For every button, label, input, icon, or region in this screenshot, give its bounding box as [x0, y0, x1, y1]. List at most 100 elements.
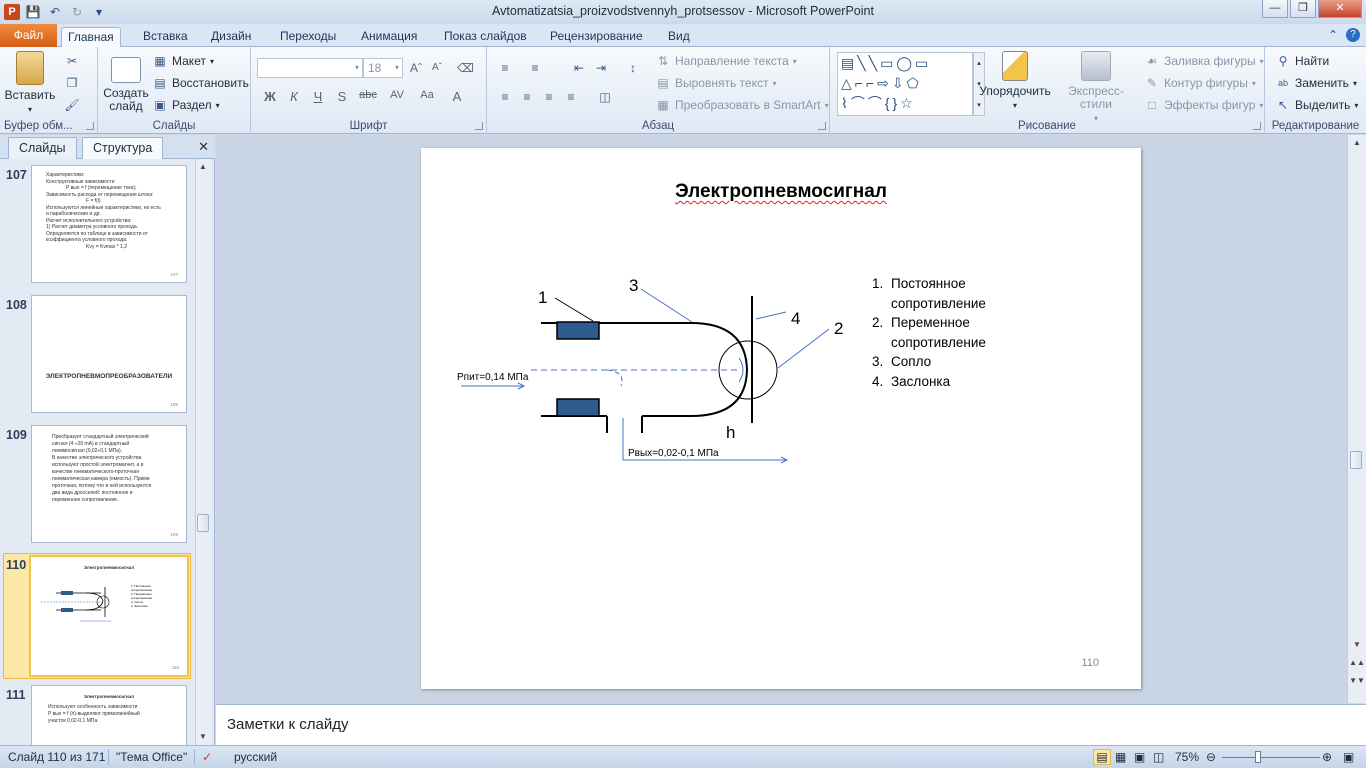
char-spacing-button[interactable]: AV: [385, 89, 409, 104]
slide-thumbnail-109[interactable]: Преобразует стандартный электрический сиг…: [31, 425, 187, 543]
next-slide-icon[interactable]: ▼▼: [1348, 673, 1366, 689]
zoom-level[interactable]: 75%: [1175, 750, 1199, 764]
italic-button[interactable]: К: [285, 89, 303, 104]
justify-icon[interactable]: ≡: [563, 89, 579, 105]
smartart-button[interactable]: ▦ Преобразовать в SmartArt ▾: [655, 97, 828, 113]
shape-fill-button[interactable]: ☙ Заливка фигуры ▾: [1144, 53, 1264, 69]
tab-review[interactable]: Рецензирование: [544, 27, 649, 47]
increase-indent-icon[interactable]: ⇥: [593, 60, 609, 76]
decrease-indent-icon[interactable]: ⇤: [571, 60, 587, 76]
scroll-up-icon[interactable]: ▲: [1348, 135, 1366, 151]
shape-outline-button[interactable]: ✎ Контур фигуры ▾: [1144, 75, 1256, 91]
notes-pane[interactable]: Заметки к слайду: [216, 704, 1366, 745]
zoom-in-icon[interactable]: ⊕: [1322, 750, 1332, 764]
bullets-icon[interactable]: ≡: [497, 60, 513, 76]
tab-insert[interactable]: Вставка: [137, 27, 194, 47]
zoom-slider[interactable]: [1222, 757, 1320, 758]
tab-view[interactable]: Вид: [662, 27, 696, 47]
columns-icon[interactable]: ◫: [597, 89, 613, 105]
align-left-icon[interactable]: ≡: [497, 89, 513, 105]
ribbon: Вставить ▾ ✂ ❐ 🖌 Буфер обм... Создать сла…: [0, 47, 1366, 134]
scroll-thumb[interactable]: [197, 514, 209, 532]
layout-button[interactable]: ▦ Макет ▾: [152, 53, 214, 69]
line-spacing-icon[interactable]: ↕: [625, 60, 641, 76]
shapes-gallery[interactable]: ▤╲╲▭◯▭ △⌐⌐⇨⇩⬠ ⌇⌒⌒{}☆: [837, 52, 973, 116]
clear-format-icon[interactable]: ⌫: [457, 60, 474, 76]
help-icon[interactable]: ?: [1346, 28, 1360, 42]
font-color-button[interactable]: A: [445, 89, 469, 104]
arrange-button[interactable]: Упорядочить ▾: [978, 51, 1052, 112]
tab-outline[interactable]: Структура: [82, 137, 164, 159]
shadow-button[interactable]: S: [333, 89, 351, 104]
bold-button[interactable]: Ж: [261, 89, 279, 104]
paste-button[interactable]: Вставить ▾: [4, 51, 56, 116]
slide-sorter-icon[interactable]: ▦: [1115, 750, 1126, 764]
tab-animation[interactable]: Анимация: [355, 27, 423, 47]
scroll-thumb[interactable]: [1350, 451, 1362, 469]
quick-styles-button[interactable]: Экспресс-стили ▾: [1054, 51, 1138, 125]
normal-view-icon[interactable]: ▤: [1093, 749, 1111, 765]
slide-list[interactable]: 1. Постоянное сопротивление 2. Переменное …: [872, 274, 1011, 391]
minimize-ribbon-icon[interactable]: ⌃: [1328, 28, 1338, 42]
text-direction-button[interactable]: ⇅ Направление текста ▾: [655, 53, 797, 69]
reset-button[interactable]: ▤ Восстановить: [152, 75, 249, 91]
tab-design[interactable]: Дизайн: [205, 27, 257, 47]
align-right-icon[interactable]: ≡: [541, 89, 557, 105]
align-center-icon[interactable]: ≡: [519, 89, 535, 105]
tab-file[interactable]: Файл: [0, 24, 57, 47]
spellcheck-icon[interactable]: ✓: [202, 750, 212, 764]
slide-thumbnail-110[interactable]: Электропневмосигнал 1. Постоянное сопрот…: [29, 555, 189, 677]
grow-font-icon[interactable]: Aˆ: [408, 60, 424, 76]
section-button[interactable]: ▣ Раздел ▾: [152, 97, 219, 113]
select-button[interactable]: ↖ Выделить ▾: [1275, 97, 1358, 113]
slide-title[interactable]: Электропневмосигнал: [421, 181, 1141, 203]
fit-to-window-icon[interactable]: ▣: [1343, 750, 1354, 764]
copy-icon[interactable]: ❐: [64, 75, 80, 91]
minimize-button[interactable]: —: [1262, 0, 1288, 18]
shape-effects-button[interactable]: □ Эффекты фигур ▾: [1144, 97, 1263, 113]
prev-slide-icon[interactable]: ▲▲: [1348, 655, 1366, 671]
replace-button[interactable]: ab Заменить ▾: [1275, 75, 1357, 91]
language-indicator[interactable]: русский: [234, 750, 277, 764]
change-case-button[interactable]: Aa: [415, 89, 439, 104]
numbering-icon[interactable]: ≡: [527, 60, 543, 76]
tab-transitions[interactable]: Переходы: [274, 27, 342, 47]
slide-thumbnail-111[interactable]: Электропневмосигнал Используют особеннос…: [31, 685, 187, 745]
close-button[interactable]: ✕: [1318, 0, 1362, 18]
editor-scrollbar[interactable]: ▲ ▼ ▲▲ ▼▼: [1347, 135, 1366, 703]
slide-counter: Слайд 110 из 171: [8, 750, 106, 764]
font-name-combo[interactable]: ▾: [257, 58, 363, 78]
dialog-launcher-icon[interactable]: [86, 122, 94, 130]
scroll-down-icon[interactable]: ▼: [196, 729, 210, 745]
font-size-combo[interactable]: 18 ▾: [363, 58, 403, 78]
find-button[interactable]: ⚲ Найти: [1275, 53, 1330, 69]
strikethrough-button[interactable]: abc: [357, 89, 379, 104]
thumb-number: 110: [6, 558, 27, 572]
shrink-font-icon[interactable]: Aˇ: [429, 60, 445, 76]
cut-icon[interactable]: ✂: [64, 53, 80, 69]
format-painter-icon[interactable]: 🖌: [64, 97, 80, 113]
slide-canvas[interactable]: 1 3 4 2 h Рпит=0,14 МПа Рвых=0,02-0,1 МП…: [421, 148, 1141, 689]
align-text-button[interactable]: ▤ Выровнять текст ▾: [655, 75, 776, 91]
dialog-launcher-icon[interactable]: [475, 122, 483, 130]
dialog-launcher-icon[interactable]: [1253, 122, 1261, 130]
slideshow-view-icon[interactable]: ◫: [1153, 750, 1164, 764]
restore-button[interactable]: ❐: [1290, 0, 1316, 18]
zoom-slider-thumb[interactable]: [1255, 751, 1261, 763]
tab-slideshow[interactable]: Показ слайдов: [438, 27, 533, 47]
scroll-down-icon[interactable]: ▼: [1348, 637, 1366, 653]
reading-view-icon[interactable]: ▣: [1134, 750, 1145, 764]
new-slide-button[interactable]: Создать слайд: [102, 51, 150, 113]
theme-name[interactable]: "Тема Office": [116, 750, 187, 764]
close-panel-icon[interactable]: ✕: [198, 139, 209, 155]
slides-panel-scrollbar[interactable]: ▲ ▼: [195, 159, 210, 745]
dialog-launcher-icon[interactable]: [818, 122, 826, 130]
thumb-number: 108: [6, 298, 27, 312]
underline-button[interactable]: Ч: [309, 89, 327, 104]
slide-thumbnail-108[interactable]: ЭЛЕКТРОПНЕВМОПРЕОБРАЗОВАТЕЛИ 108: [31, 295, 187, 413]
tab-home[interactable]: Главная: [61, 27, 121, 48]
zoom-out-icon[interactable]: ⊖: [1206, 750, 1216, 764]
scroll-up-icon[interactable]: ▲: [196, 159, 210, 175]
tab-slides[interactable]: Слайды: [8, 137, 77, 159]
slide-thumbnail-107[interactable]: Характеристики: Конструктивные зависимост…: [31, 165, 187, 283]
